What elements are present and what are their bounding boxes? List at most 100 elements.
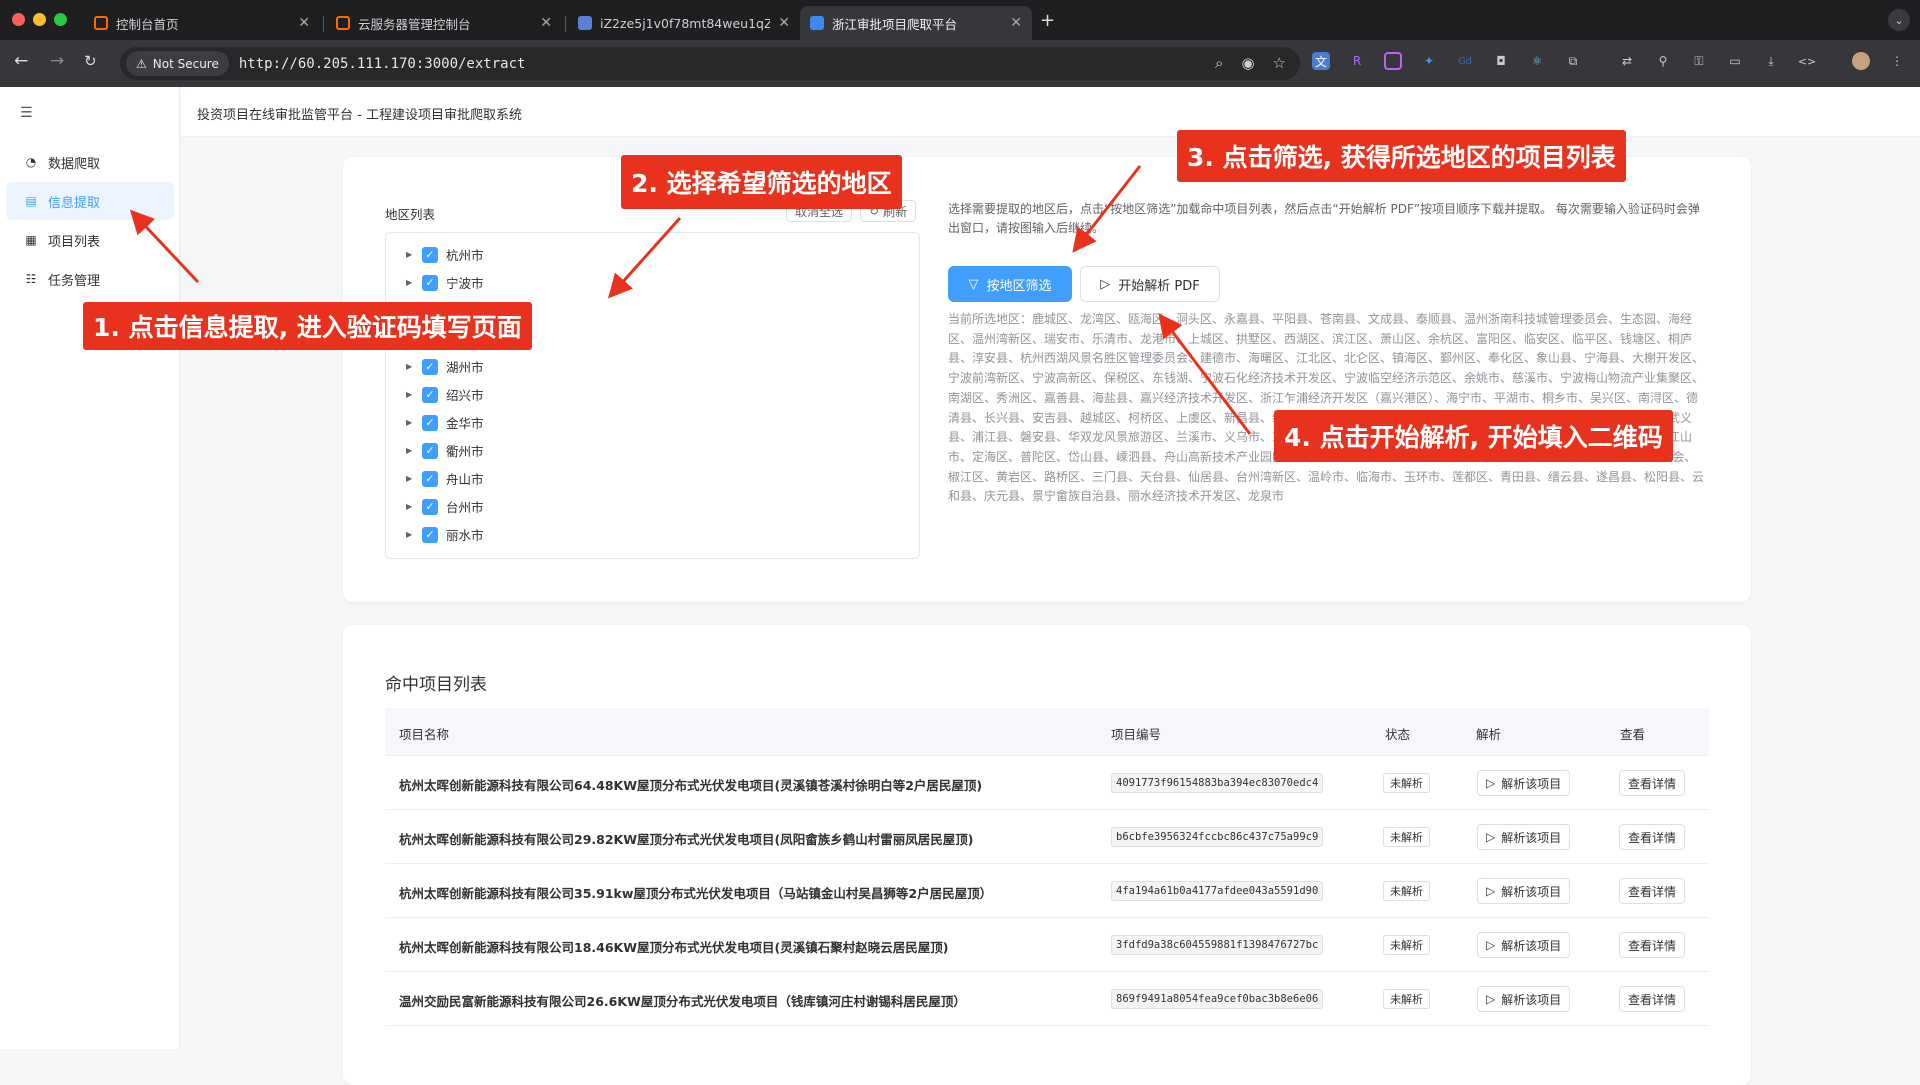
tree-node-city[interactable]: ▶ ✓ 绍兴市: [406, 385, 484, 404]
incognito-icon[interactable]: ⚲: [1654, 52, 1672, 70]
tree-node-city[interactable]: ▶ ✓ 湖州市: [406, 357, 484, 376]
expand-caret-icon[interactable]: ▶: [406, 530, 414, 539]
translate-extension-icon[interactable]: 文: [1312, 52, 1330, 70]
minimize-window-button[interactable]: [33, 13, 46, 26]
close-tab-icon[interactable]: ✕: [298, 15, 310, 31]
sidebar-item-project-list[interactable]: ▦ 项目列表: [6, 221, 174, 259]
profile-avatar[interactable]: [1852, 52, 1870, 70]
translate-page-icon[interactable]: ⇄: [1618, 52, 1636, 70]
parse-project-button[interactable]: ▷ 解析该项目: [1477, 878, 1571, 904]
parse-project-button[interactable]: ▷ 解析该项目: [1477, 986, 1571, 1012]
tree-node-city[interactable]: ▶ ✓ 丽水市: [406, 525, 484, 544]
checkbox-checked[interactable]: ✓: [422, 442, 438, 459]
close-tab-icon[interactable]: ✕: [540, 15, 552, 31]
tab-search-icon[interactable]: ⌄: [1888, 9, 1910, 31]
project-name: 杭州太晖创新能源科技有限公司18.46KW屋顶分布式光伏发电项目(灵溪镇石聚村赵…: [399, 940, 949, 955]
callout-step-3: 3. 点击筛选, 获得所选地区的项目列表: [1177, 130, 1626, 182]
checkbox-checked[interactable]: ✓: [422, 498, 438, 515]
reload-icon[interactable]: ↻: [84, 52, 97, 70]
tree-node-city[interactable]: ▶ ✓ 宁波市: [406, 273, 484, 292]
browser-tab[interactable]: 控制台首页 ✕: [84, 6, 320, 40]
site-favicon-icon: [810, 16, 824, 30]
page-title: 投资项目在线审批监管平台 - 工程建设项目审批爬取系统: [197, 108, 522, 123]
expand-caret-icon[interactable]: ▶: [406, 446, 414, 455]
expand-caret-icon[interactable]: ▶: [406, 250, 414, 259]
sidebar-item-task-manage[interactable]: ☷ 任务管理: [6, 260, 174, 298]
checkbox-checked[interactable]: ✓: [422, 358, 438, 375]
r-extension-icon[interactable]: R: [1348, 52, 1366, 70]
password-key-icon[interactable]: ⚿: [1690, 52, 1708, 70]
warning-icon: ⚠: [136, 56, 147, 71]
bookmark-star-icon[interactable]: ☆: [1273, 54, 1286, 72]
checkbox-checked[interactable]: ✓: [422, 526, 438, 543]
close-tab-icon[interactable]: ✕: [1010, 15, 1022, 31]
menu-kebab-icon[interactable]: ⋮: [1888, 52, 1906, 70]
tree-node-city[interactable]: ▶ ✓ 金华市: [406, 413, 484, 432]
play-circle-icon: ▷: [1100, 276, 1111, 292]
expand-caret-icon[interactable]: ▶: [406, 278, 414, 287]
checkbox-checked[interactable]: ✓: [422, 246, 438, 263]
project-name: 杭州太晖创新能源科技有限公司29.82KW屋顶分布式光伏发电项目(凤阳畲族乡鹤山…: [399, 832, 974, 847]
checkbox-checked[interactable]: ✓: [422, 386, 438, 403]
checkbox-checked[interactable]: ✓: [422, 414, 438, 431]
back-icon[interactable]: ←: [14, 51, 28, 71]
tree-node-city[interactable]: ▶ ✓ 台州市: [406, 497, 484, 516]
column-header: 解析: [1476, 727, 1502, 742]
status-badge: 未解析: [1383, 827, 1430, 847]
expand-caret-icon[interactable]: ▶: [406, 418, 414, 427]
start-parse-pdf-button[interactable]: ▷ 开始解析 PDF: [1080, 266, 1220, 302]
browser-tab[interactable]: iZ2ze5j1v0f78mt84weu1qZ - ✕: [568, 6, 800, 40]
browser-tab-active[interactable]: 浙江审批项目爬取平台 ✕: [800, 6, 1032, 40]
view-detail-button[interactable]: 查看详情: [1619, 878, 1686, 904]
checkbox-checked[interactable]: ✓: [422, 470, 438, 487]
parse-project-button[interactable]: ▷ 解析该项目: [1477, 770, 1571, 796]
tree-node-city[interactable]: ▶ ✓ 衢州市: [406, 441, 484, 460]
extensions-puzzle-icon[interactable]: ⧉: [1564, 52, 1582, 70]
sidebar-item-info-extract[interactable]: ▤ 信息提取: [6, 182, 174, 220]
eye-off-icon[interactable]: ◉: [1241, 54, 1254, 72]
close-tab-icon[interactable]: ✕: [778, 15, 790, 31]
table-row: 杭州太晖创新能源科技有限公司35.91kw屋顶分布式光伏发电项目（马站镇金山村吴…: [385, 864, 1709, 918]
address-bar[interactable]: ⚠ Not Secure http://60.205.111.170:3000/…: [120, 47, 1300, 80]
sidebar-item-data-crawl[interactable]: ◔ 数据爬取: [6, 143, 174, 181]
expand-caret-icon[interactable]: ▶: [406, 474, 414, 483]
tree-node-city[interactable]: ▶ ✓ 舟山市: [406, 469, 484, 488]
react-extension-icon[interactable]: ⚛: [1528, 52, 1546, 70]
maximize-window-button[interactable]: [54, 13, 67, 26]
tree-node-city[interactable]: ▶ ✓ 杭州市: [406, 245, 484, 264]
table-row: 温州交励民富新能源科技有限公司26.6KW屋顶分布式光伏发电项目（钱库镇河庄村谢…: [385, 972, 1709, 1026]
not-secure-badge[interactable]: ⚠ Not Secure: [126, 51, 229, 76]
parse-project-button[interactable]: ▷ 解析该项目: [1477, 824, 1571, 850]
parse-project-button[interactable]: ▷ 解析该项目: [1477, 932, 1571, 958]
devtools-code-icon[interactable]: <>: [1798, 52, 1816, 70]
url-text[interactable]: http://60.205.111.170:3000/extract: [239, 56, 526, 72]
gd-extension-icon[interactable]: Gd: [1456, 52, 1474, 70]
new-tab-icon[interactable]: +: [1040, 10, 1055, 31]
view-detail-button[interactable]: 查看详情: [1619, 770, 1686, 796]
callout-step-2: 2. 选择希望筛选的地区: [621, 155, 902, 209]
browser-tab[interactable]: 云服务器管理控制台 ✕: [326, 6, 562, 40]
zoom-icon[interactable]: ⌕: [1215, 54, 1223, 72]
play-circle-icon: ▷: [1486, 938, 1496, 952]
puzzle-blue-extension-icon[interactable]: ✦: [1420, 52, 1438, 70]
document-icon: ▤: [25, 194, 37, 208]
camera-extension-icon[interactable]: ◘: [1492, 52, 1510, 70]
filter-icon: ▽: [968, 276, 979, 292]
project-name: 杭州太晖创新能源科技有限公司64.48KW屋顶分布式光伏发电项目(灵溪镇苍溪村徐…: [399, 778, 983, 793]
filter-by-region-button[interactable]: ▽ 按地区筛选: [948, 266, 1072, 302]
download-icon[interactable]: ⤓: [1762, 52, 1780, 70]
checkbox-checked[interactable]: ✓: [422, 274, 438, 291]
close-window-button[interactable]: [12, 13, 25, 26]
forward-icon[interactable]: →: [50, 51, 64, 71]
view-detail-button[interactable]: 查看详情: [1619, 932, 1686, 958]
capture-extension-icon[interactable]: [1384, 52, 1402, 70]
view-detail-button[interactable]: 查看详情: [1619, 824, 1686, 850]
status-badge: 未解析: [1383, 935, 1430, 955]
column-header: 查看: [1620, 727, 1646, 742]
expand-caret-icon[interactable]: ▶: [406, 362, 414, 371]
expand-caret-icon[interactable]: ▶: [406, 502, 414, 511]
view-detail-button[interactable]: 查看详情: [1619, 986, 1686, 1012]
collapse-menu-icon[interactable]: ☰: [20, 105, 33, 121]
payment-card-icon[interactable]: ▭: [1726, 52, 1744, 70]
expand-caret-icon[interactable]: ▶: [406, 390, 414, 399]
